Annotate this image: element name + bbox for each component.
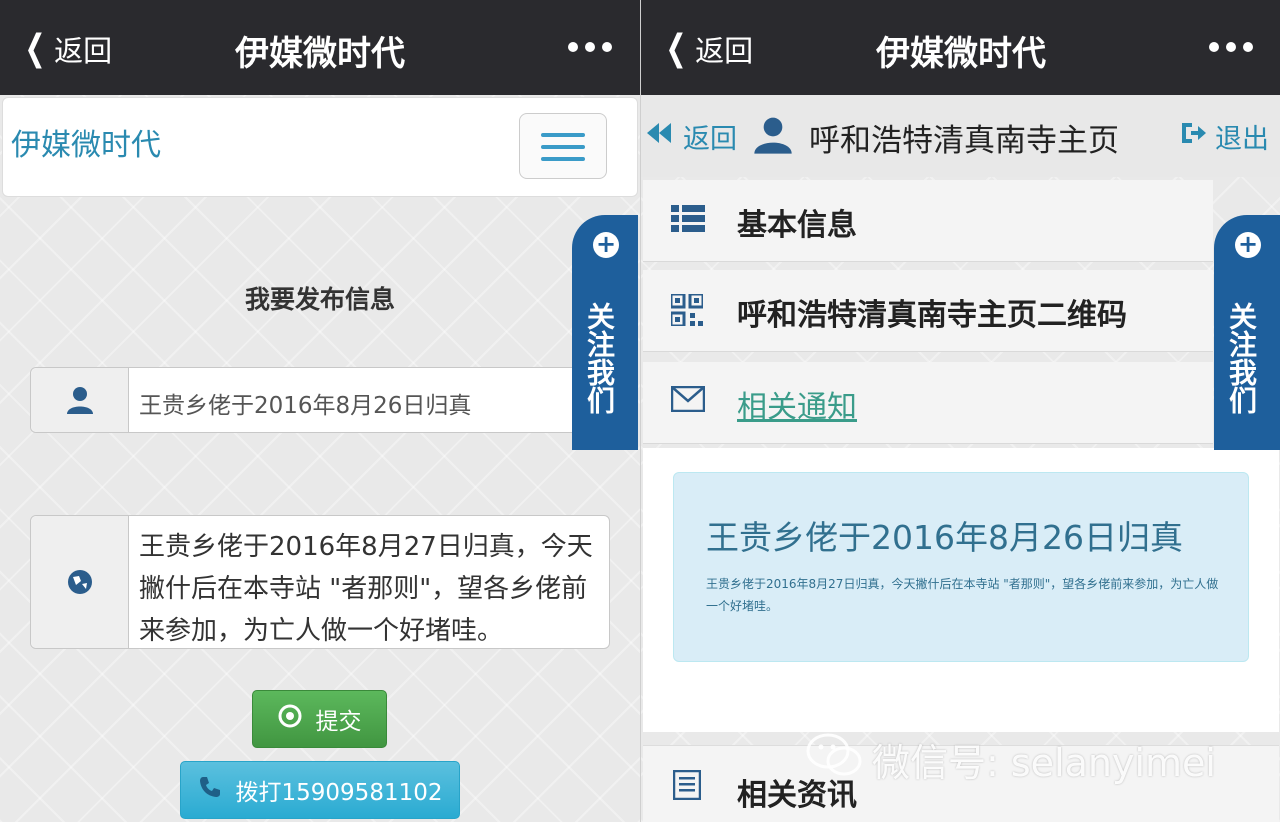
right-screen: ❮ 返回 伊媒微时代 返回 呼和浩特清真南寺主页 退出 基本信息 呼和浩特清真南… bbox=[640, 0, 1280, 822]
follow-us-label: 关注我们 bbox=[583, 302, 616, 414]
title-input-value: 王贵乡佬于2016年8月26日归真 bbox=[139, 393, 472, 419]
more-options-icon[interactable] bbox=[568, 42, 612, 52]
plus-icon: + bbox=[593, 232, 619, 258]
menu-item-notices[interactable]: 相关通知 bbox=[643, 362, 1213, 444]
top-bar: ❮ 返回 伊媒微时代 bbox=[0, 0, 640, 95]
content-input-value: 王贵乡佬于2016年8月27日归真，今天撇什后在本寺站 "者那则"，望各乡佬前来… bbox=[139, 532, 593, 646]
qrcode-icon bbox=[669, 292, 705, 330]
content-field[interactable]: 王贵乡佬于2016年8月27日归真，今天撇什后在本寺站 "者那则"，望各乡佬前来… bbox=[30, 515, 610, 649]
logout-button[interactable]: 退出 bbox=[1179, 117, 1269, 156]
page-title: 伊媒微时代 bbox=[876, 34, 1046, 74]
site-header: 伊媒微时代 bbox=[2, 97, 638, 197]
form-heading: 我要发布信息 bbox=[244, 285, 395, 314]
submit-button[interactable]: 提交 bbox=[252, 690, 387, 748]
page-nav-bar: 返回 呼和浩特清真南寺主页 退出 bbox=[641, 95, 1280, 177]
list-icon bbox=[671, 204, 705, 238]
page-title: 伊媒微时代 bbox=[235, 34, 405, 74]
call-button[interactable]: 拨打15909581102 bbox=[180, 761, 460, 819]
watermark-text: 微信号: selanyimei bbox=[872, 741, 1216, 785]
user-icon bbox=[31, 368, 129, 432]
logout-label: 退出 bbox=[1215, 124, 1269, 155]
hamburger-menu-button[interactable] bbox=[519, 113, 607, 179]
more-options-icon[interactable] bbox=[1209, 42, 1253, 52]
backward-icon bbox=[645, 121, 673, 152]
user-icon bbox=[753, 115, 793, 159]
mosque-page-title: 呼和浩特清真南寺主页 bbox=[809, 123, 1119, 159]
brand-link[interactable]: 伊媒微时代 bbox=[11, 120, 161, 164]
plus-icon: + bbox=[1235, 232, 1261, 258]
title-field[interactable]: 王贵乡佬于2016年8月26日归真 bbox=[30, 367, 590, 433]
phone-icon bbox=[198, 775, 222, 805]
notice-panel: 王贵乡佬于2016年8月26日归真 王贵乡佬于2016年8月27日归真，今天撇什… bbox=[643, 448, 1279, 732]
call-label: 拨打15909581102 bbox=[235, 780, 443, 806]
wechat-icon bbox=[806, 733, 862, 786]
menu-item-label: 呼和浩特清真南寺主页二维码 bbox=[737, 298, 1127, 333]
notice-body: 王贵乡佬于2016年8月27日归真，今天撇什后在本寺站 "者那则"，望各乡佬前来… bbox=[706, 577, 1219, 613]
menu-item-label: 基本信息 bbox=[737, 208, 857, 243]
notice-title: 王贵乡佬于2016年8月26日归真 bbox=[706, 518, 1183, 557]
menu-item-qrcode[interactable]: 呼和浩特清真南寺主页二维码 bbox=[643, 270, 1213, 352]
nav-back-label: 返回 bbox=[683, 124, 737, 155]
menu-item-label: 相关通知 bbox=[737, 390, 857, 425]
globe-icon bbox=[31, 516, 129, 648]
nav-back-button[interactable]: 返回 bbox=[645, 117, 737, 156]
follow-us-tab[interactable]: + 关注我们 bbox=[1214, 215, 1280, 450]
notice-alert: 王贵乡佬于2016年8月26日归真 王贵乡佬于2016年8月27日归真，今天撇什… bbox=[673, 472, 1249, 662]
envelope-icon bbox=[670, 385, 706, 416]
document-icon bbox=[672, 769, 702, 804]
follow-us-tab[interactable]: + 关注我们 bbox=[572, 215, 638, 450]
submit-label: 提交 bbox=[315, 709, 362, 735]
left-screen: ❮ 返回 伊媒微时代 伊媒微时代 我要发布信息 王贵乡佬于2016年8月26日归… bbox=[0, 0, 640, 822]
logout-icon bbox=[1179, 120, 1207, 153]
submit-icon bbox=[278, 704, 302, 734]
wechat-watermark: 微信号: selanyimei bbox=[806, 732, 1216, 787]
top-bar: ❮ 返回 伊媒微时代 bbox=[641, 0, 1280, 95]
follow-us-label: 关注我们 bbox=[1225, 302, 1258, 414]
menu-item-basic-info[interactable]: 基本信息 bbox=[643, 180, 1213, 262]
